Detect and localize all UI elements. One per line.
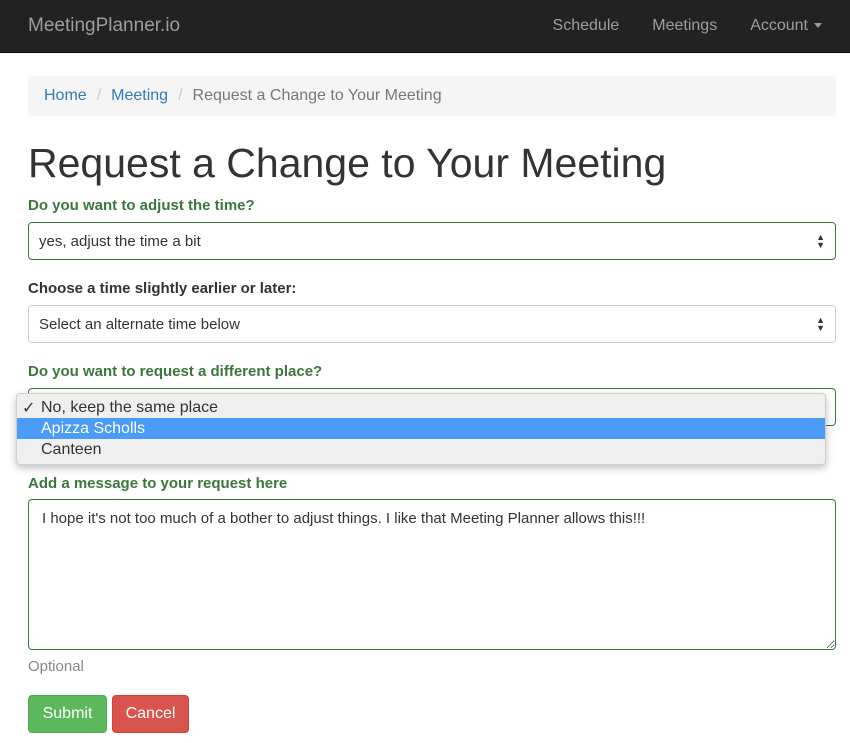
- place-label: Do you want to request a different place…: [28, 363, 323, 380]
- nav-account[interactable]: Account: [750, 17, 822, 35]
- breadcrumb-separator: /: [178, 87, 183, 104]
- place-dropdown-menu: ✓ No, keep the same place Apizza Scholls …: [16, 393, 826, 465]
- page-title: Request a Change to Your Meeting: [28, 140, 667, 186]
- select-arrows-icon: ▲▼: [816, 315, 825, 333]
- message-help-text: Optional: [28, 658, 84, 675]
- adjust-time-select[interactable]: yes, adjust the time a bit ▲ ▼: [28, 222, 836, 260]
- breadcrumb-home[interactable]: Home: [44, 87, 87, 105]
- cancel-button[interactable]: Cancel: [112, 695, 189, 733]
- option-label: Canteen: [41, 440, 102, 458]
- adjust-time-value: yes, adjust the time a bit: [39, 232, 201, 250]
- breadcrumb: Home / Meeting / Request a Change to Your …: [28, 76, 836, 116]
- alternate-time-value: Select an alternate time below: [39, 315, 240, 333]
- nav-account-label: Account: [750, 17, 808, 34]
- navbar: MeetingPlanner.io Schedule Meetings Acco…: [0, 0, 850, 53]
- option-label: No, keep the same place: [41, 398, 218, 416]
- nav-schedule[interactable]: Schedule: [553, 17, 620, 35]
- brand-logo[interactable]: MeetingPlanner.io: [28, 15, 180, 37]
- option-label: Apizza Scholls: [41, 419, 146, 437]
- place-option-same[interactable]: ✓ No, keep the same place: [17, 397, 825, 418]
- breadcrumb-current: Request a Change to Your Meeting: [192, 87, 442, 104]
- time-label: Do you want to adjust the time?: [28, 197, 255, 214]
- place-option-canteen[interactable]: Canteen: [17, 439, 825, 460]
- checkmark-icon: ✓: [22, 399, 36, 417]
- message-textarea[interactable]: I hope it's not too much of a bother to …: [28, 499, 836, 650]
- submit-button[interactable]: Submit: [28, 695, 107, 733]
- caret-down-icon: [814, 23, 822, 29]
- breadcrumb-meeting[interactable]: Meeting: [111, 87, 168, 105]
- alternate-time-select[interactable]: Select an alternate time below ▲ ▼: [28, 305, 836, 343]
- alt-time-label: Choose a time slightly earlier or later:: [28, 280, 297, 297]
- message-label: Add a message to your request here: [28, 475, 288, 492]
- breadcrumb-separator: /: [96, 87, 102, 104]
- place-option-apizza[interactable]: Apizza Scholls: [17, 418, 825, 439]
- nav-meetings[interactable]: Meetings: [652, 17, 717, 35]
- select-arrows-icon: ▲▼: [816, 232, 825, 250]
